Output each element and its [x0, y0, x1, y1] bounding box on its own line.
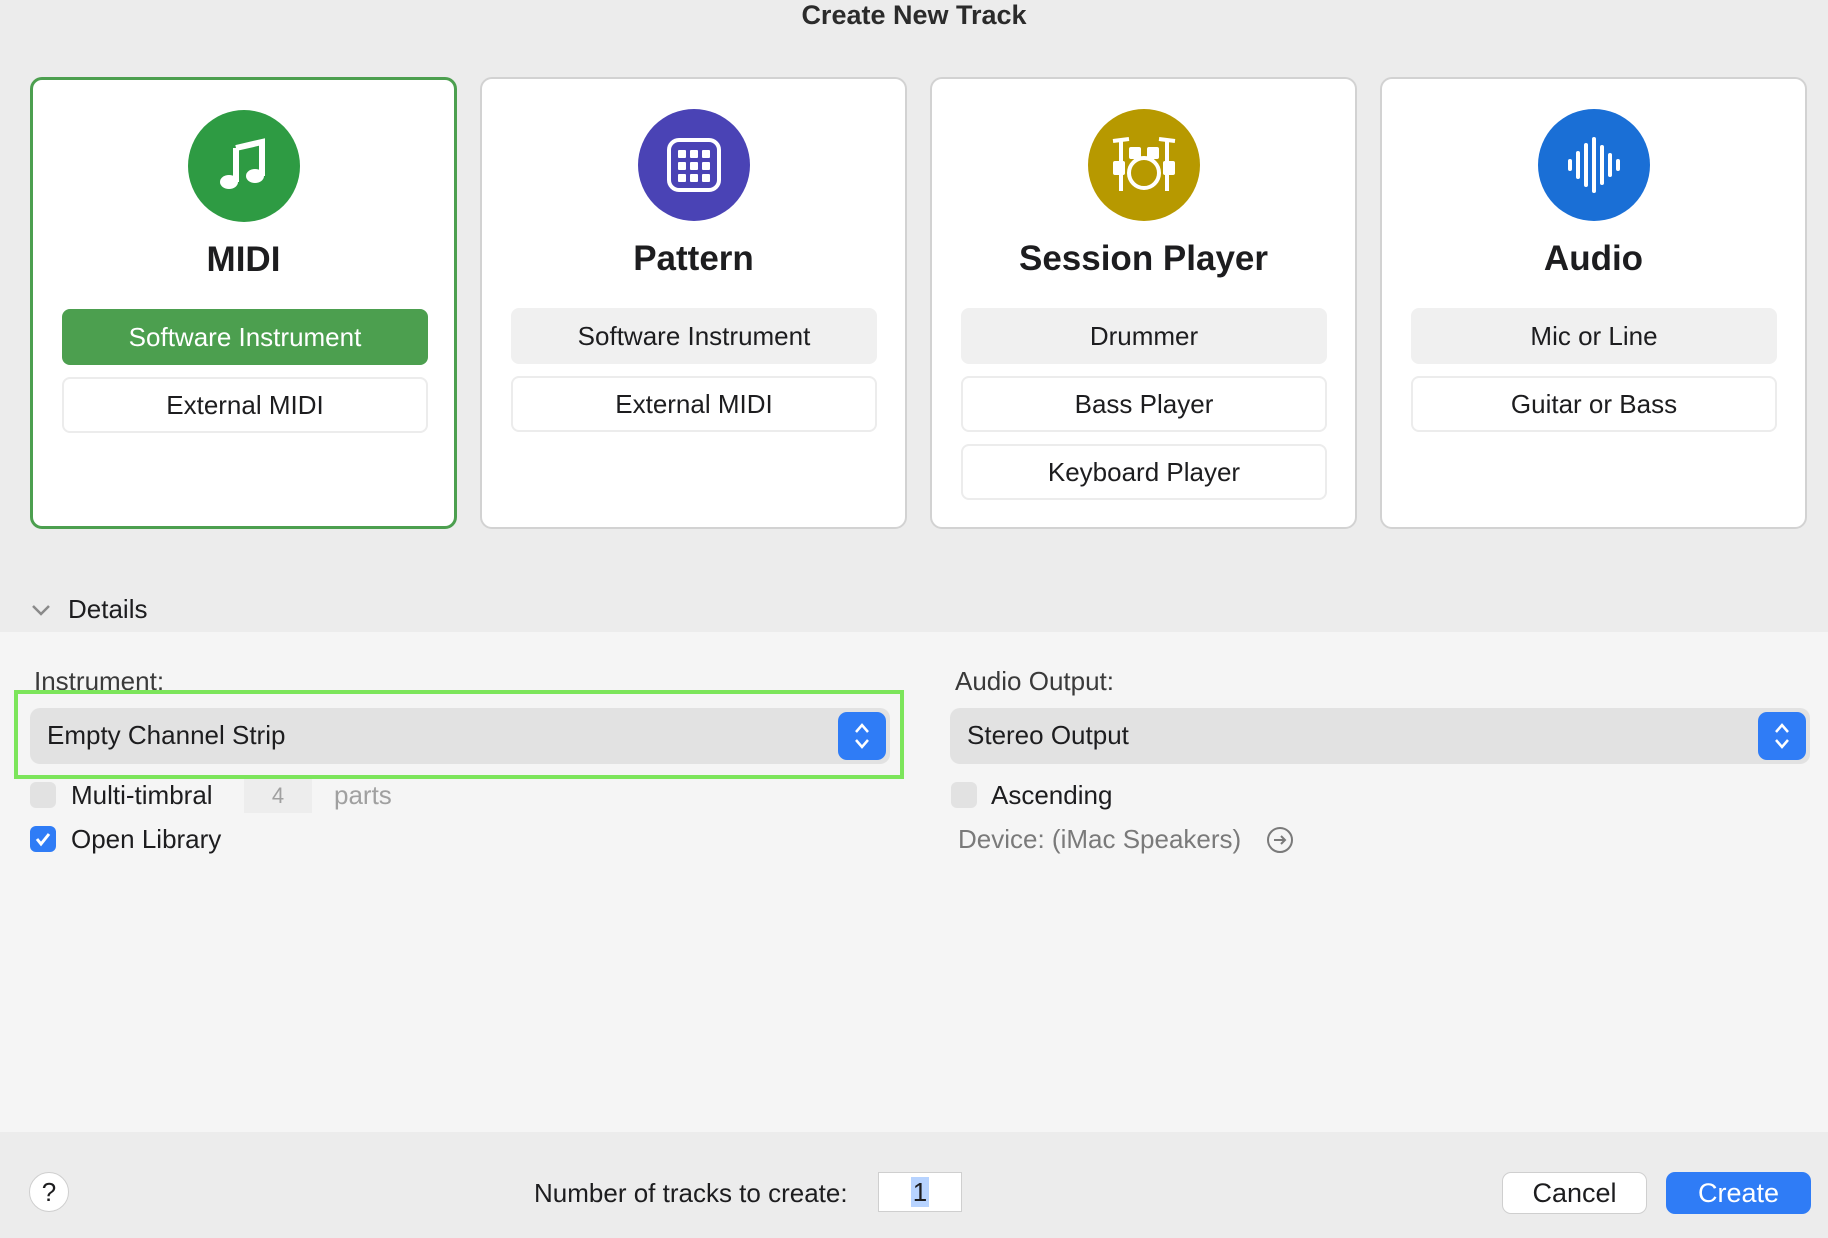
cancel-button[interactable]: Cancel — [1502, 1172, 1647, 1214]
open-library-checkbox[interactable] — [30, 826, 56, 852]
drum-kit-icon — [1087, 109, 1200, 221]
midi-external-midi-option[interactable]: External MIDI — [62, 377, 428, 433]
checkmark-icon — [35, 833, 51, 847]
track-count-label: Number of tracks to create: — [534, 1178, 848, 1208]
audio-output-label: Audio Output: — [955, 666, 1114, 696]
multitimbral-checkbox[interactable] — [30, 782, 56, 808]
dialog-title: Create New Track — [801, 0, 1027, 30]
music-note-icon — [187, 110, 300, 222]
waveform-icon — [1537, 109, 1650, 221]
pattern-external-midi-option[interactable]: External MIDI — [511, 376, 877, 432]
card-midi[interactable]: MIDI Software Instrument External MIDI — [30, 77, 457, 529]
drummer-option[interactable]: Drummer — [961, 308, 1327, 364]
mic-or-line-option[interactable]: Mic or Line — [1411, 308, 1777, 364]
card-session-player[interactable]: Session Player Drummer Bass Player Keybo… — [930, 77, 1357, 529]
multitimbral-label: Multi-timbral — [71, 780, 213, 810]
instrument-value: Empty Channel Strip — [47, 720, 286, 750]
create-button[interactable]: Create — [1666, 1172, 1811, 1214]
help-button[interactable]: ? — [29, 1172, 69, 1212]
audio-output-value: Stereo Output — [967, 720, 1129, 750]
track-count-value: 1 — [910, 1177, 930, 1207]
multitimbral-parts-field[interactable]: 4 — [244, 779, 312, 813]
guitar-or-bass-option[interactable]: Guitar or Bass — [1411, 376, 1777, 432]
open-library-label: Open Library — [71, 824, 222, 854]
updown-chevron-icon[interactable] — [1758, 712, 1806, 760]
card-title: Pattern — [633, 239, 754, 278]
instrument-popup[interactable]: Empty Channel Strip — [30, 708, 890, 764]
pattern-grid-icon — [637, 109, 750, 221]
card-title: Audio — [1543, 239, 1644, 278]
card-title: MIDI — [206, 240, 281, 279]
details-label: Details — [68, 594, 148, 624]
keyboard-player-option[interactable]: Keyboard Player — [961, 444, 1327, 500]
track-count-field[interactable]: 1 — [878, 1172, 962, 1212]
ascending-label: Ascending — [991, 780, 1113, 810]
bass-player-option[interactable]: Bass Player — [961, 376, 1327, 432]
ascending-checkbox[interactable] — [951, 782, 977, 808]
chevron-down-icon — [32, 604, 50, 616]
card-title: Session Player — [1018, 239, 1269, 278]
midi-software-instrument-option[interactable]: Software Instrument — [62, 309, 428, 365]
audio-output-popup[interactable]: Stereo Output — [950, 708, 1810, 764]
card-audio[interactable]: Audio Mic or Line Guitar or Bass — [1380, 77, 1807, 529]
details-disclosure[interactable]: Details — [30, 594, 147, 625]
device-label: Device: (iMac Speakers) — [958, 824, 1242, 854]
updown-chevron-icon[interactable] — [838, 712, 886, 760]
parts-label: parts — [334, 780, 392, 810]
card-pattern[interactable]: Pattern Software Instrument External MID… — [480, 77, 907, 529]
pattern-software-instrument-option[interactable]: Software Instrument — [511, 308, 877, 364]
arrow-circle-right-icon[interactable] — [1266, 826, 1294, 854]
